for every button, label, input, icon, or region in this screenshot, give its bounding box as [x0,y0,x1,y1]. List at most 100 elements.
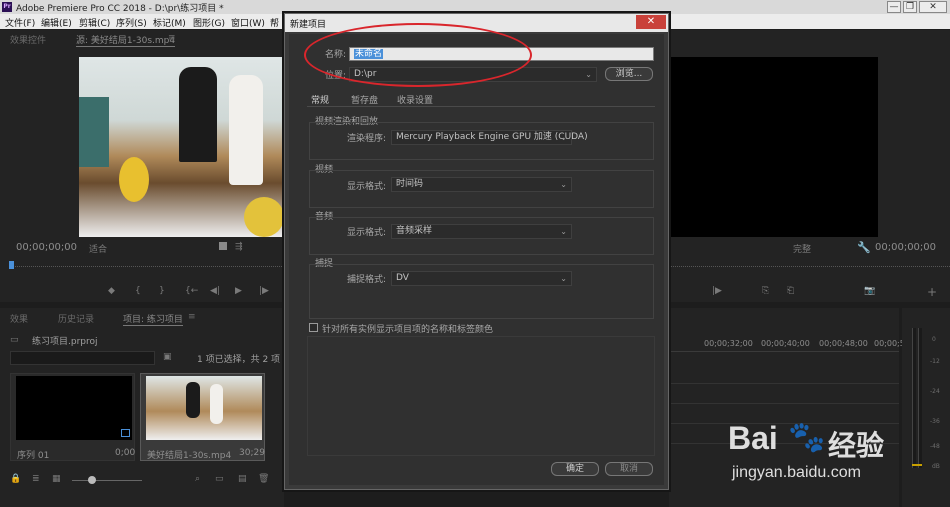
capture-format-dropdown[interactable]: DV ⌄ [391,271,572,286]
tab-effects[interactable]: 效果 [10,312,28,325]
play-button[interactable]: ▶ [235,286,242,296]
new-bin-icon[interactable]: ▣ [163,352,172,362]
program-play-button[interactable]: |▶ [712,286,722,296]
dialog-body: 名称: 未命名 位置: D:\pr ⌄ 浏览... 常规 暂存盘 收录设置 视频… [289,34,664,485]
baidu-watermark: Bai 🐾 经验 jingyan.baidu.com [728,420,950,500]
item-duration: 30;29 [239,448,265,458]
title-bar: Pr Adobe Premiere Pro CC 2018 - D:\pr\练习… [0,0,950,14]
browse-button[interactable]: 浏览... [605,67,653,81]
bride-figure [229,75,263,185]
playhead-icon[interactable] [9,261,14,269]
ruler-tick: 00;00;48;00 [819,339,868,348]
video-display-format-dropdown[interactable]: 时间码 ⌄ [391,177,572,192]
menu-edit[interactable]: 编辑(E) [41,16,72,29]
flowers-right [244,197,284,237]
tab-general[interactable]: 常规 [311,93,330,107]
menu-sequence[interactable]: 序列(S) [116,16,147,29]
tab-ingest-settings[interactable]: 收录设置 [397,93,433,106]
list-view-icon[interactable]: ≣ [32,474,40,484]
menu-help[interactable]: 帮 [270,16,279,29]
capture-format-label: 捕捉格式: [347,275,387,285]
tab-effect-controls[interactable]: 效果控件 [10,33,46,46]
meter-tick: -24 [930,388,940,395]
icon-view-icon[interactable]: ▦ [52,474,61,484]
fit-dropdown[interactable]: 适合 [89,242,107,255]
step-back-button[interactable]: ◀| [210,286,220,296]
ruler-tick: 00;00;5 [874,339,905,348]
timeline-ruler[interactable]: 00;00;32;00 00;00;40;00 00;00;48;00 00;0… [669,334,905,352]
add-button[interactable]: + [927,285,937,299]
project-panel: 效果 历史记录 项目: 练习项目 ≡ ▭ 练习项目.prproj ▣ 1 项已选… [0,308,284,507]
ruler-tick: 00;00;40;00 [761,339,810,348]
tab-history[interactable]: 历史记录 [58,312,94,325]
show-label-colors-checkbox[interactable] [309,323,318,332]
quality-dropdown[interactable]: 完整 [793,242,811,255]
show-label-colors-label: 针对所有实例显示项目项的名称和标签颜色 [322,325,494,335]
minimize-button[interactable]: — [887,1,901,13]
renderer-dropdown[interactable]: Mercury Playback Engine GPU 加速 (CUDA) ⌄ [391,130,588,145]
project-item-clip[interactable]: 美好结局1-30s.mp4 30;29 [140,373,265,461]
audio-display-format-value: 音频采样 [396,226,433,236]
premiere-logo-icon: Pr [2,2,12,12]
export-frame-icon[interactable]: ⇶ [235,242,243,252]
watermark-brand: Bai [728,420,778,456]
item-name: 美好结局1-30s.mp4 [147,451,232,461]
go-to-in-button[interactable]: {← [185,286,198,296]
empty-settings-area [307,336,655,456]
chevron-down-icon: ⌄ [560,274,567,283]
new-bin-bottom-icon[interactable]: ▭ [215,474,224,484]
tab-divider [307,106,655,107]
maximize-button[interactable]: ❐ [903,1,917,13]
dialog-close-button[interactable]: ✕ [636,15,666,29]
menu-marker[interactable]: 标记(M) [153,16,186,29]
lift-button[interactable]: ⎘ [762,286,769,296]
new-item-icon[interactable]: ▤ [238,474,247,484]
dialog-title: 新建项目 [290,20,327,30]
wrench-icon[interactable]: 🔧 [857,241,871,254]
project-search-input[interactable] [10,351,155,365]
project-menu-icon[interactable]: ≡ [188,312,196,322]
project-item-sequence[interactable]: 序列 01 0;00 [10,373,135,461]
window-title: Adobe Premiere Pro CC 2018 - D:\pr\练习项目 … [16,4,224,14]
trash-icon[interactable]: 🗑 [258,474,269,484]
extract-button[interactable]: ⎗ [787,286,794,296]
tab-scratch-disks[interactable]: 暂存盘 [351,93,378,106]
set-wall [79,97,109,167]
zoom-slider[interactable] [72,480,142,481]
meter-tick: -12 [930,358,940,365]
step-forward-button[interactable]: |▶ [259,286,269,296]
program-timecode[interactable]: 00;00;00;00 [875,242,936,253]
menu-file[interactable]: 文件(F) [5,16,35,29]
tab-source[interactable]: 源: 美好结局1-30s.mp4 [76,33,176,47]
source-ruler[interactable] [12,266,284,269]
ruler-tick: 00;00;32;00 [704,339,753,348]
item-duration: 0;00 [115,448,136,458]
new-project-dialog: 新建项目 ✕ 名称: 未命名 位置: D:\pr ⌄ 浏览... 常规 暂存盘 … [284,13,669,490]
folder-icon: ▭ [10,335,19,345]
program-ruler[interactable] [669,266,950,269]
insert-icon[interactable] [219,242,227,250]
ok-button[interactable]: 确定 [551,462,599,476]
camera-icon[interactable]: 📷 [864,286,875,296]
tab-project[interactable]: 项目: 练习项目 [123,312,183,326]
find-icon[interactable]: ⌕ [195,474,200,484]
close-window-button[interactable]: ✕ [919,1,947,13]
panel-menu-icon[interactable]: ≡ [168,33,176,43]
flowers [119,157,149,202]
watermark-suffix: 经验 [828,429,885,462]
paw-icon: 🐾 [788,420,826,455]
menu-graphics[interactable]: 图形(G) [193,16,225,29]
mark-in-button[interactable]: { [135,286,141,296]
cancel-button[interactable]: 取消 [605,462,653,476]
zoom-slider-handle[interactable] [88,476,96,484]
capture-format-value: DV [396,273,409,283]
mark-out-button[interactable]: } [159,286,165,296]
lock-icon[interactable]: 🔒 [10,474,21,484]
video-display-format-label: 显示格式: [347,182,387,192]
audio-display-format-dropdown[interactable]: 音频采样 ⌄ [391,224,572,239]
source-timecode[interactable]: 00;00;00;00 [16,242,77,253]
marker-button[interactable]: ◆ [108,286,115,296]
menu-clip[interactable]: 剪辑(C) [79,16,110,29]
menu-window[interactable]: 窗口(W) [231,16,265,29]
program-monitor-panel: 完整 🔧 00;00;00;00 |▶ ⎘ ⎗ 📷 + [669,30,950,302]
